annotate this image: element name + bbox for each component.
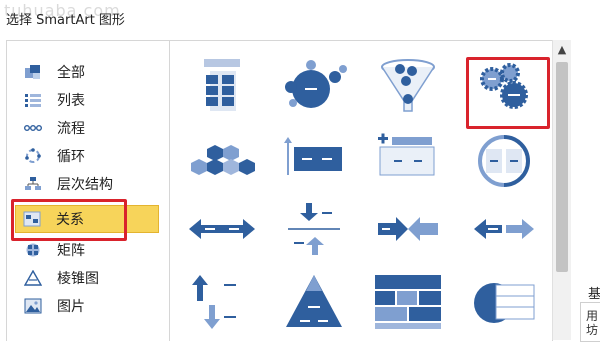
cycle-icon: [23, 147, 43, 165]
tile-diverging-arrows[interactable]: [468, 197, 540, 261]
category-item-process[interactable]: 流程: [17, 115, 163, 141]
tile-up-down-arrows-center[interactable]: [278, 197, 350, 261]
category-item-cycle[interactable]: 循环: [17, 143, 163, 169]
category-label: 图片: [57, 299, 85, 315]
category-list: 全部 列表 流程 循环 层次结构 关系 矩阵 棱锥图 图片: [6, 40, 170, 341]
category-label: 棱锥图: [57, 271, 99, 287]
tile-opposing-arrows[interactable]: [186, 197, 258, 261]
tile-arrow-process-box[interactable]: [278, 129, 350, 193]
preview-description: 用 坊: [586, 309, 599, 337]
tile-table-grid[interactable]: [372, 269, 444, 333]
category-label: 层次结构: [57, 177, 113, 193]
tile-stacked-venn-list[interactable]: [186, 55, 258, 119]
category-item-all[interactable]: 全部: [17, 59, 163, 85]
category-item-picture[interactable]: 图片: [17, 293, 163, 319]
dialog-title: 选择 SmartArt 图形: [6, 13, 125, 28]
category-label: 全部: [57, 65, 85, 81]
tile-counterbalance-arrows[interactable]: [186, 269, 258, 333]
category-label: 流程: [57, 121, 85, 137]
dialog-title-bar: tuhuaba.com 选择 SmartArt 图形: [0, 0, 600, 34]
hierarchy-icon: [23, 175, 43, 193]
pyramid-icon: [23, 269, 43, 287]
tile-split-circle[interactable]: [468, 129, 540, 193]
highlight-box-relationship: [11, 199, 127, 241]
category-item-pyramid[interactable]: 棱锥图: [17, 265, 163, 291]
tile-bubble-cluster[interactable]: [278, 55, 350, 119]
tile-funnel[interactable]: [372, 55, 444, 119]
preview-heading: 基: [588, 287, 600, 302]
tile-plus-minus-boxes[interactable]: [372, 129, 444, 193]
category-item-hierarchy[interactable]: 层次结构: [17, 171, 163, 197]
tile-circle-with-table[interactable]: [468, 269, 540, 333]
all-icon: [23, 63, 43, 81]
highlight-box-gears: [466, 57, 550, 129]
scrollbar-thumb[interactable]: [556, 62, 568, 272]
tile-hexagon-cluster[interactable]: [186, 129, 258, 193]
process-icon: [23, 119, 43, 137]
tile-pyramid[interactable]: [278, 269, 350, 333]
category-label: 矩阵: [57, 243, 85, 259]
list-icon: [23, 91, 43, 109]
smartart-gallery: [170, 40, 553, 341]
category-item-list[interactable]: 列表: [17, 87, 163, 113]
matrix-icon: [23, 241, 43, 259]
gallery-scrollbar[interactable]: ▲: [552, 40, 571, 340]
picture-icon: [23, 297, 43, 315]
category-label: 列表: [57, 93, 85, 109]
scroll-up-arrow-icon[interactable]: ▲: [553, 40, 571, 58]
category-label: 循环: [57, 149, 85, 165]
tile-converging-arrows[interactable]: [372, 197, 444, 261]
